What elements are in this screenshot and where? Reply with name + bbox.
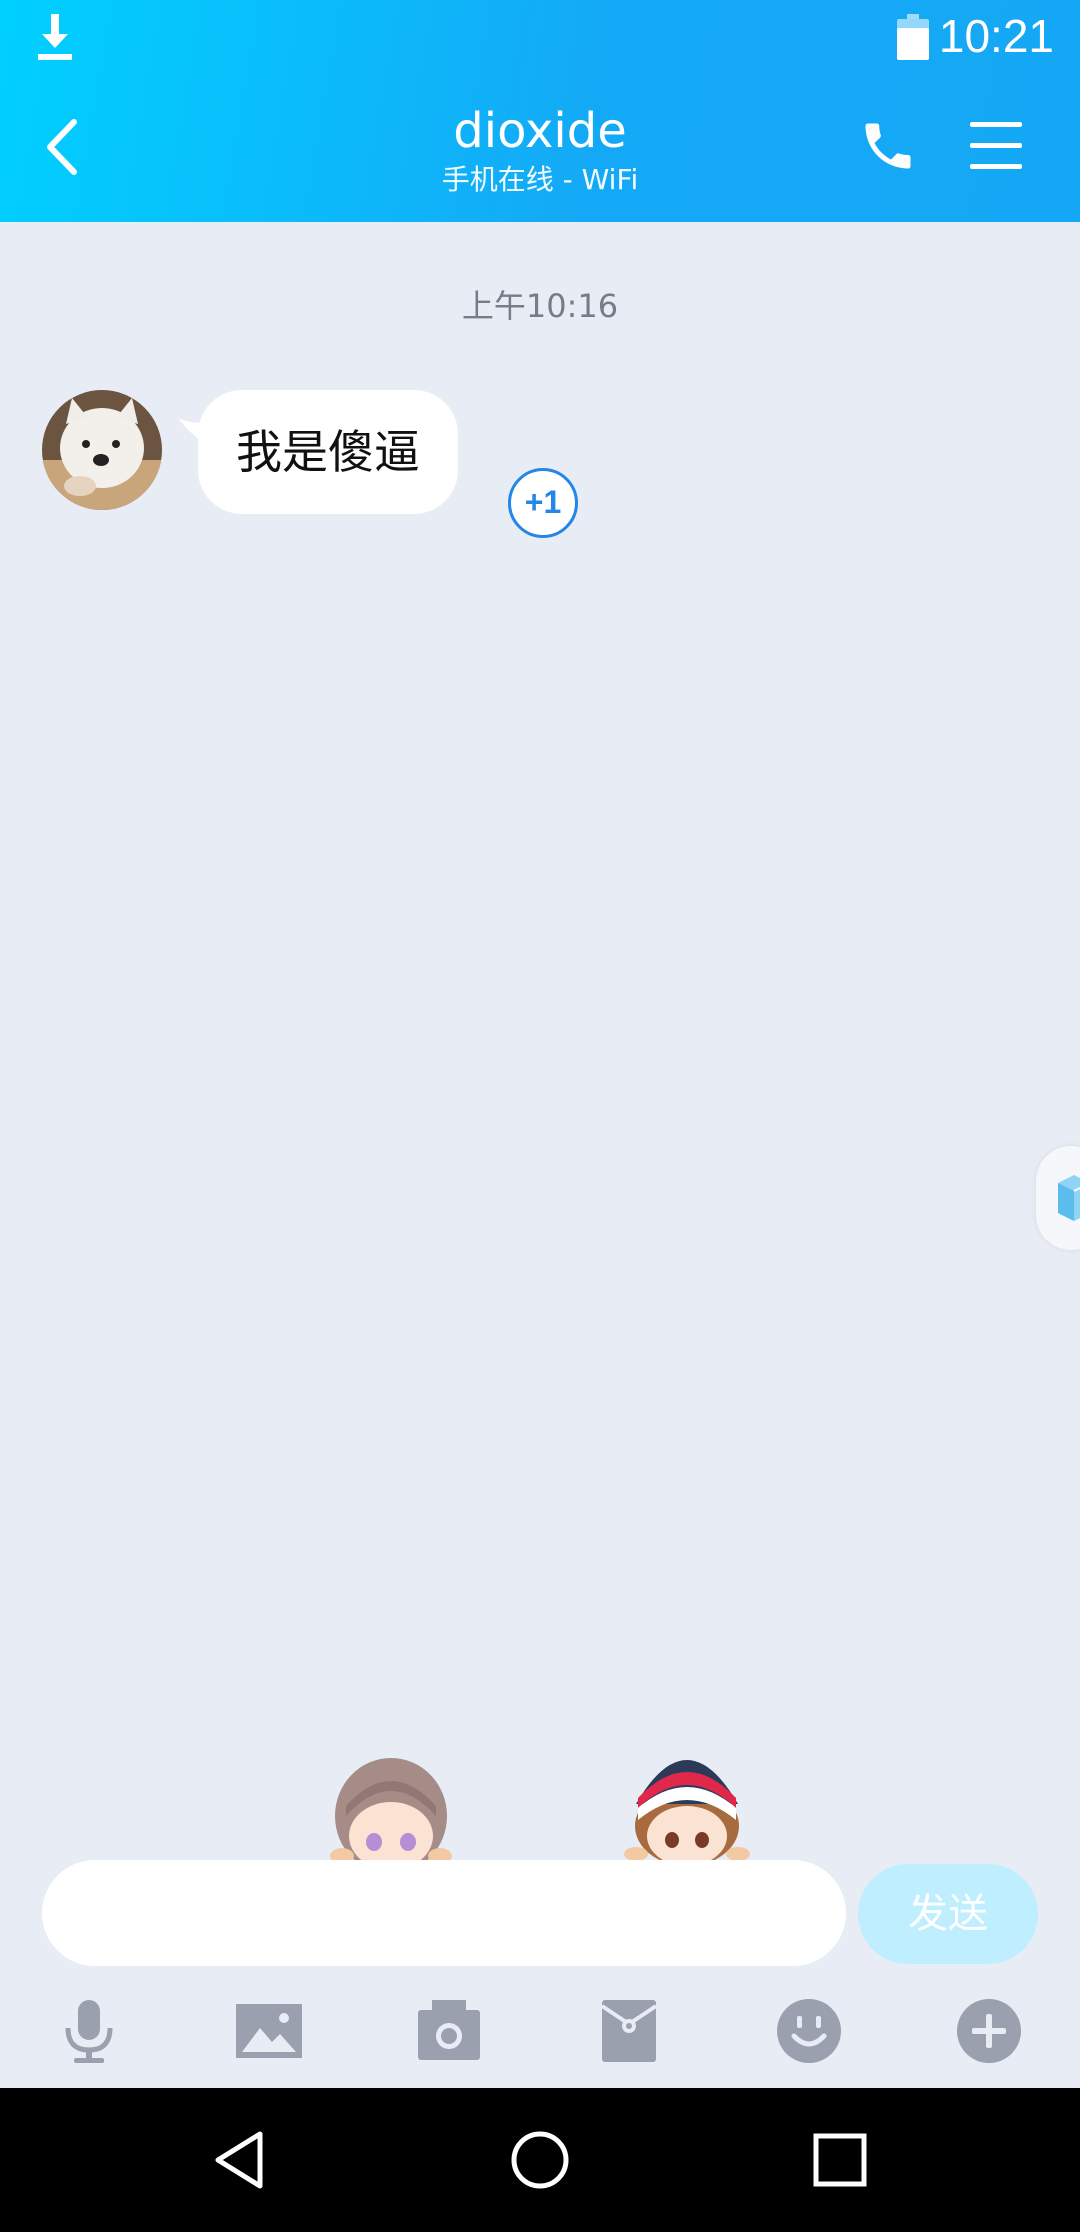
plus-icon[interactable] <box>954 1996 1024 2066</box>
camera-icon[interactable] <box>414 1996 484 2066</box>
phone-call-icon[interactable] <box>858 116 918 176</box>
dog-avatar-icon <box>42 390 162 510</box>
system-navigation-bar <box>0 2088 1080 2232</box>
image-icon[interactable] <box>234 1996 304 2066</box>
menu-icon[interactable] <box>966 118 1026 174</box>
status-bar: 10:21 <box>0 0 1080 72</box>
avatar[interactable] <box>42 390 162 510</box>
plus-one-button[interactable]: +1 <box>508 468 578 538</box>
message-timestamp: 上午10:16 <box>461 287 619 325</box>
send-button[interactable]: 发送 <box>858 1864 1038 1964</box>
microphone-icon[interactable] <box>54 1996 124 2066</box>
message-input[interactable] <box>42 1860 846 1966</box>
online-status: 手机在线 - WiFi <box>441 163 639 196</box>
download-icon <box>38 14 72 60</box>
cube-icon <box>1058 1175 1080 1221</box>
contact-name: dioxide <box>453 103 627 159</box>
emoji-icon[interactable] <box>774 1996 844 2066</box>
nav-back-icon[interactable] <box>210 2128 274 2192</box>
battery-icon <box>897 14 929 60</box>
red-packet-icon[interactable] <box>594 1996 664 2066</box>
chat-header: 10:21 dioxide 手机在线 - WiFi <box>0 0 1080 222</box>
nav-home-icon[interactable] <box>508 2128 572 2192</box>
nav-recents-icon[interactable] <box>808 2128 872 2192</box>
anime-girl-sticker-right <box>624 1760 750 1860</box>
floating-side-button[interactable] <box>1036 1146 1080 1250</box>
message-bubble[interactable]: 我是傻逼 <box>198 390 458 514</box>
status-time: 10:21 <box>938 10 1054 62</box>
anime-girl-sticker-left <box>330 1758 452 1860</box>
